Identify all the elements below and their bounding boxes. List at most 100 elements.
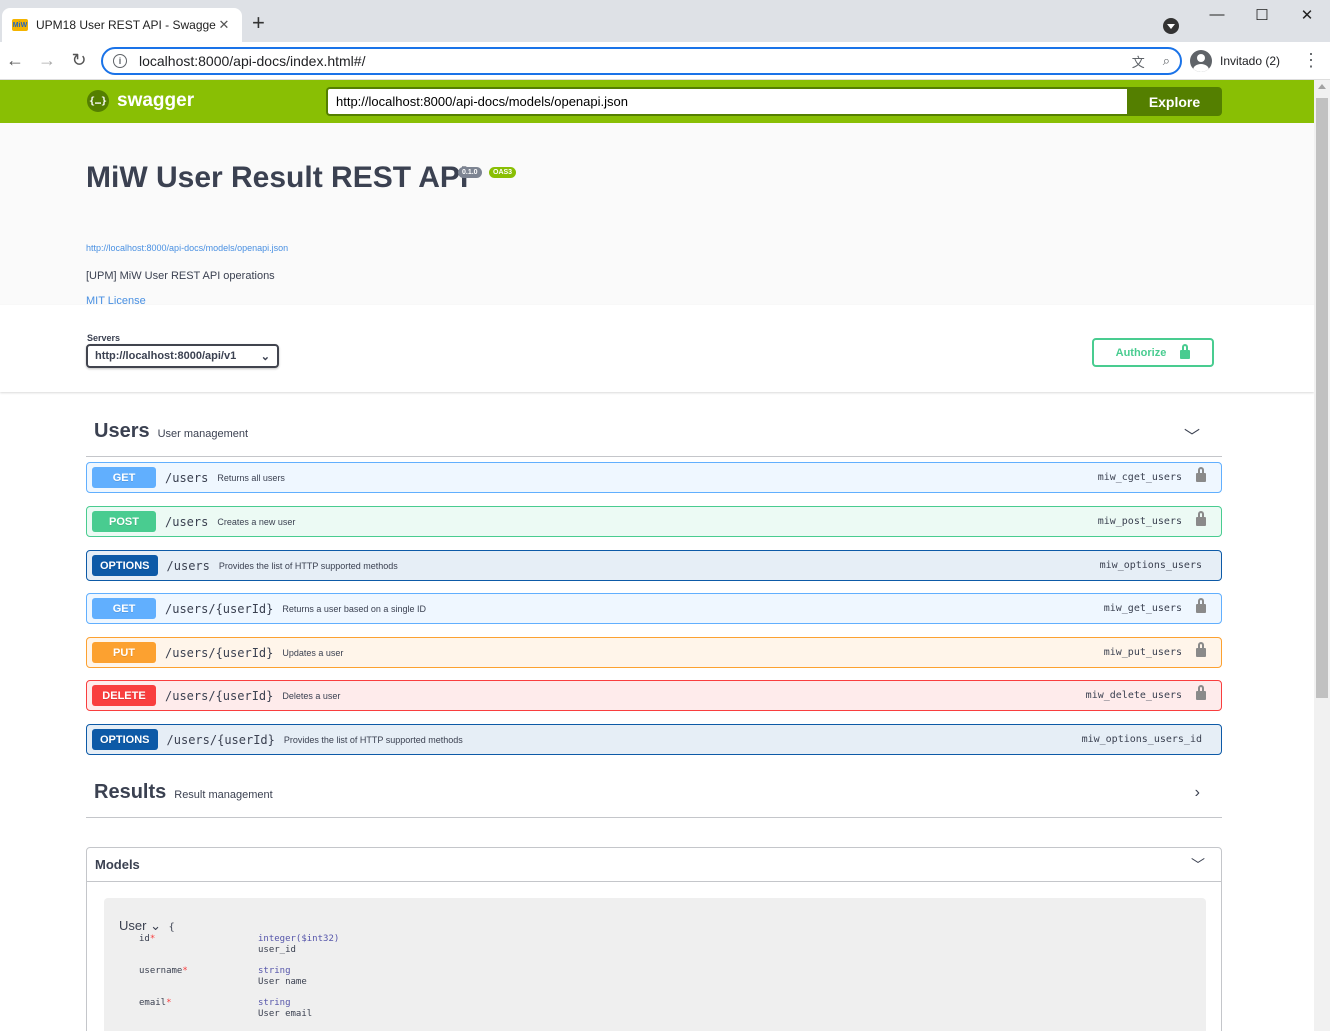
tab-title: UPM18 User REST API - Swagger <box>36 18 216 32</box>
model-property-type: string <box>258 998 291 1008</box>
operation-id: miw_options_users <box>1099 560 1202 571</box>
chevron-down-icon: ⌄ <box>150 918 161 933</box>
operation-summary: Provides the list of HTTP supported meth… <box>218 560 398 571</box>
operation-summary: Deletes a user <box>282 690 341 701</box>
lock-icon[interactable] <box>1196 467 1206 482</box>
model-property-name: username* <box>139 966 188 976</box>
model-property-description: User email <box>258 1009 313 1019</box>
operation-id: miw_cget_users <box>1097 472 1182 483</box>
api-description: [UPM] MiW User REST API operations <box>86 270 275 282</box>
operation-id: miw_options_users_id <box>1081 734 1202 745</box>
operation-path: /users <box>165 470 209 485</box>
operation-summary: Returns all users <box>217 472 285 483</box>
scrollbar-thumb[interactable] <box>1316 98 1328 698</box>
models-title: Models <box>95 857 140 872</box>
browser-tab[interactable]: MiW UPM18 User REST API - Swagger ✕ <box>2 8 242 42</box>
swagger-logo-text: swagger <box>117 90 195 111</box>
operation-summary: Returns a user based on a single ID <box>282 603 426 614</box>
method-badge: GET <box>92 467 156 488</box>
chevron-down-icon[interactable]: ﹀ <box>1191 855 1205 875</box>
method-badge: GET <box>92 598 156 619</box>
operation-path: /users/{userId} <box>165 601 274 616</box>
models-section: Models ﹀ User ⌄ { id* integer($int32) us… <box>86 847 1222 1031</box>
operation-get-users[interactable]: GET /users Returns all users miw_cget_us… <box>86 462 1222 493</box>
favicon-icon: MiW <box>12 19 28 31</box>
swagger-logo-icon: {…} <box>87 90 109 112</box>
authorize-label: Authorize <box>1115 346 1167 359</box>
operation-post-users[interactable]: POST /users Creates a new user miw_post_… <box>86 506 1222 537</box>
operation-delete-user[interactable]: DELETE /users/{userId} Deletes a user mi… <box>86 680 1222 711</box>
operation-path: /users/{userId} <box>166 732 275 747</box>
servers-label: Servers <box>87 333 121 343</box>
tag-section-users[interactable]: Users User management ﹀ <box>86 407 1222 457</box>
operation-path: /users/{userId} <box>165 688 274 703</box>
browser-toolbar: ← → ↻ i localhost:8000/api-docs/index.ht… <box>0 42 1330 80</box>
operation-path: /users <box>166 558 210 573</box>
model-user: User ⌄ { id* integer($int32) user_id use… <box>104 898 1206 1031</box>
browser-menu-icon[interactable]: ⋮ <box>1302 50 1320 70</box>
model-property-name: id* <box>139 934 156 944</box>
servers-select[interactable]: http://localhost:8000/api/v1 ⌄ <box>86 344 279 368</box>
chevron-down-icon[interactable]: ﹀ <box>1184 423 1200 447</box>
servers-selected-value: http://localhost:8000/api/v1 <box>95 350 237 362</box>
authorize-button[interactable]: Authorize <box>1092 338 1214 367</box>
chevron-right-icon[interactable]: › <box>1195 784 1200 802</box>
operation-get-user-by-id[interactable]: GET /users/{userId} Returns a user based… <box>86 593 1222 624</box>
scheme-container: Servers http://localhost:8000/api/v1 ⌄ A… <box>0 305 1314 392</box>
scroll-up-icon[interactable] <box>1318 84 1326 89</box>
operation-summary: Creates a new user <box>217 516 296 527</box>
method-badge: OPTIONS <box>92 729 158 750</box>
api-title: MiW User Result REST API <box>86 161 469 194</box>
profile-button[interactable]: Invitado (2) <box>1190 48 1280 74</box>
spec-url-input[interactable]: http://localhost:8000/api-docs/models/op… <box>326 87 1127 116</box>
vertical-scrollbar[interactable] <box>1314 80 1330 1031</box>
method-badge: DELETE <box>92 685 156 706</box>
chevron-down-icon: ⌄ <box>260 350 270 363</box>
reload-icon[interactable]: ↻ <box>68 50 90 70</box>
operation-options-users[interactable]: OPTIONS /users Provides the list of HTTP… <box>86 550 1222 581</box>
lock-icon[interactable] <box>1196 511 1206 526</box>
operation-path: /users/{userId} <box>165 645 274 660</box>
lock-icon[interactable] <box>1196 642 1206 657</box>
model-name: User <box>119 918 147 933</box>
operation-id: miw_get_users <box>1103 603 1182 614</box>
forward-icon[interactable]: → <box>36 50 58 70</box>
explore-button[interactable]: Explore <box>1127 87 1222 116</box>
operation-path: /users <box>165 514 209 529</box>
lock-icon[interactable] <box>1196 598 1206 613</box>
operation-summary: Provides the list of HTTP supported meth… <box>283 734 463 745</box>
minimize-icon[interactable]: — <box>1205 6 1229 23</box>
tag-description: User management <box>157 427 249 440</box>
model-property-name: email* <box>139 998 172 1008</box>
avatar-icon <box>1190 50 1212 72</box>
browser-tab-strip: MiW UPM18 User REST API - Swagger ✕ + — … <box>0 0 1330 42</box>
model-property-type: string <box>258 966 291 976</box>
lock-open-icon <box>1180 344 1191 359</box>
tag-name: Results <box>94 781 167 803</box>
models-header[interactable]: Models ﹀ <box>87 848 1221 882</box>
operation-id: miw_delete_users <box>1085 690 1182 701</box>
operation-options-user-id[interactable]: OPTIONS /users/{userId} Provides the lis… <box>86 724 1222 755</box>
translate-icon[interactable]: 文 <box>1132 52 1145 71</box>
model-property-type: integer($int32) <box>258 934 340 944</box>
zoom-icon[interactable]: ⌕ <box>1163 53 1170 69</box>
method-badge: PUT <box>92 642 156 663</box>
spec-link[interactable]: http://localhost:8000/api-docs/models/op… <box>86 243 288 253</box>
close-window-icon[interactable]: ✕ <box>1295 6 1319 24</box>
api-info: MiW User Result REST API 0.1.0 OAS3 http… <box>0 123 1314 307</box>
swagger-logo[interactable]: {…} swagger <box>87 90 194 112</box>
maximize-icon[interactable]: ☐ <box>1250 6 1274 24</box>
back-icon[interactable]: ← <box>4 50 26 70</box>
operation-put-user[interactable]: PUT /users/{userId} Updates a user miw_p… <box>86 637 1222 668</box>
new-tab-button[interactable]: + <box>252 12 265 34</box>
close-tab-icon[interactable]: ✕ <box>216 17 232 33</box>
site-info-icon[interactable]: i <box>113 54 127 68</box>
profile-label: Invitado (2) <box>1220 54 1281 68</box>
address-bar[interactable]: i localhost:8000/api-docs/index.html#/ 文… <box>101 47 1182 75</box>
address-url[interactable]: localhost:8000/api-docs/index.html#/ <box>139 53 1114 69</box>
model-title[interactable]: User ⌄ { <box>119 918 175 934</box>
tab-search-icon[interactable] <box>1163 18 1179 34</box>
lock-icon[interactable] <box>1196 685 1206 700</box>
swagger-topbar: {…} swagger http://localhost:8000/api-do… <box>0 80 1314 123</box>
tag-section-results[interactable]: Results Result management › <box>86 768 1222 818</box>
